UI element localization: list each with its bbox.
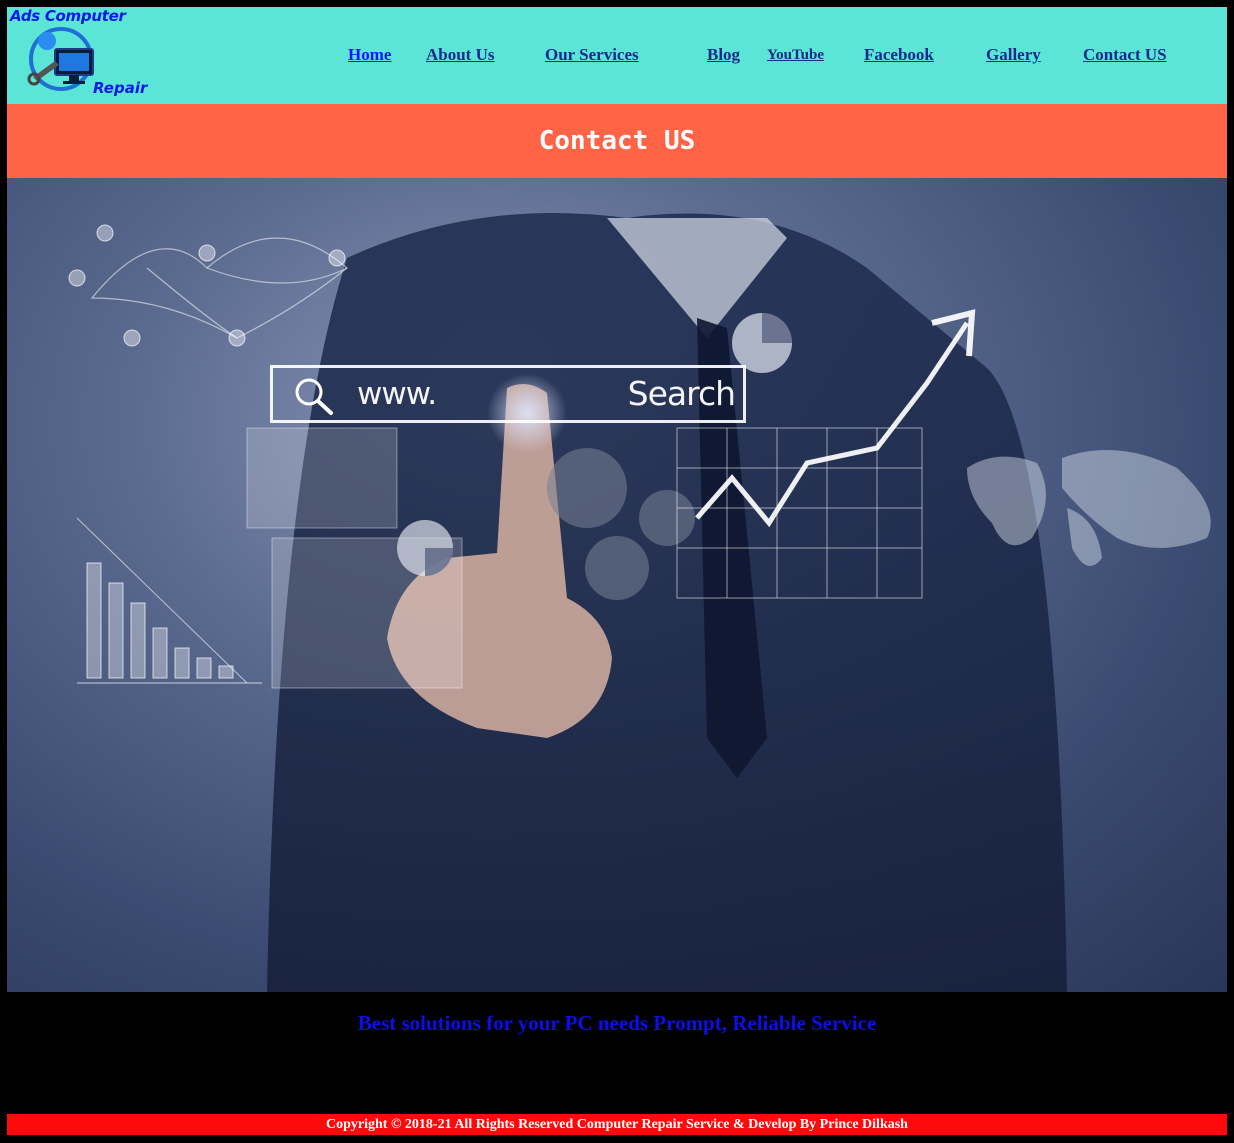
nav-facebook[interactable]: Facebook [864, 45, 934, 65]
nav-blog[interactable]: Blog [707, 45, 740, 65]
logo-text-bottom: Repair [93, 79, 148, 97]
businessman-touch-screen-analytics-image [68, 213, 1211, 992]
page-title: Contact US [538, 126, 696, 156]
page-title-banner: Contact US [7, 104, 1227, 178]
search-graphic: www. Search [270, 365, 746, 423]
site-header: Ads Computer Repair Home About Us Our Se… [7, 7, 1227, 104]
page-frame: Ads Computer Repair Home About Us Our Se… [7, 7, 1227, 1136]
search-graphic-label: Search [627, 374, 736, 413]
hero-image: www. Search [7, 178, 1227, 992]
nav-our-services[interactable]: Our Services [545, 45, 639, 65]
nav-contact-us[interactable]: Contact US [1083, 45, 1167, 65]
nav-home[interactable]: Home [348, 45, 391, 65]
tagline: Best solutions for your PC needs Prompt,… [357, 1011, 877, 1035]
footer-copyright: Copyright © 2018-21 All Rights Reserved … [7, 1114, 1227, 1135]
search-graphic-prefix: www. [357, 376, 437, 412]
site-logo[interactable]: Ads Computer Repair [7, 7, 157, 104]
magnifier-icon [295, 378, 333, 415]
nav-gallery[interactable]: Gallery [986, 45, 1041, 65]
nav-youtube[interactable]: YouTube [767, 47, 824, 64]
nav-about-us[interactable]: About Us [426, 45, 495, 65]
